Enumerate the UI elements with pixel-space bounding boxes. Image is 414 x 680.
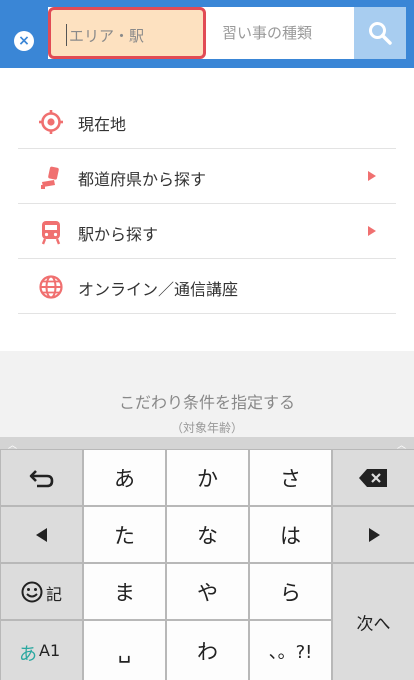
key-label: た [114, 523, 135, 548]
kana-key-wa[interactable]: わ [167, 621, 248, 680]
backspace-icon [359, 469, 387, 487]
kana-key-na[interactable]: な [167, 507, 248, 562]
search-button[interactable] [354, 7, 406, 59]
smiley-icon [21, 581, 43, 603]
globe-icon [39, 275, 63, 299]
close-icon[interactable]: × [14, 31, 34, 51]
kana-key-ha[interactable]: は [250, 507, 331, 562]
conditions-section: こだわり条件を指定する （対象年齢） [0, 351, 414, 441]
undo-icon [29, 470, 54, 488]
kana-key-sa[interactable]: さ [250, 450, 331, 505]
input-mode-key[interactable]: あ A1 [1, 621, 82, 680]
key-label: さ [280, 466, 301, 491]
key-label: や [197, 580, 218, 605]
triangle-left-icon [36, 528, 47, 542]
area-station-input[interactable]: エリア・駅 [48, 7, 206, 59]
area-station-placeholder: エリア・駅 [69, 27, 145, 45]
menu-label: オンライン／通信講座 [78, 280, 239, 299]
key-label: 、。?! [268, 641, 313, 663]
key-label: ら [280, 580, 301, 605]
chevron-right-icon [368, 226, 376, 236]
kana-key-ra[interactable]: ら [250, 564, 331, 619]
triangle-right-icon [369, 528, 380, 542]
specify-conditions-link[interactable]: こだわり条件を指定する [0, 389, 414, 413]
menu-label: 駅から探す [78, 225, 159, 244]
punctuation-key[interactable]: 、。?! [250, 621, 331, 680]
kana-key-ma[interactable]: ま [84, 564, 165, 619]
menu-label: 現在地 [78, 115, 127, 134]
space-key[interactable]: ␣ [84, 621, 165, 680]
menu-label: 都道府県から探す [78, 170, 207, 189]
menu-item-current-location[interactable]: 現在地 [18, 94, 396, 149]
undo-key[interactable] [1, 450, 82, 505]
key-label: な [197, 523, 218, 548]
menu-item-station[interactable]: 駅から探す [18, 204, 396, 259]
key-label: 次へ [356, 614, 391, 635]
chevron-right-icon [368, 171, 376, 181]
lesson-type-input[interactable]: 習い事の種類 [222, 22, 312, 43]
key-label: あ [114, 466, 135, 491]
key-label: ま [114, 580, 135, 605]
next-key[interactable]: 次へ [333, 564, 414, 680]
backspace-key[interactable] [333, 450, 414, 505]
cursor-right-key[interactable] [333, 507, 414, 562]
menu-item-prefecture[interactable]: 都道府県から探す [18, 149, 396, 204]
search-header: × エリア・駅 習い事の種類 [0, 0, 414, 68]
text-cursor [66, 24, 67, 46]
search-method-list: 現在地 都道府県から探す 駅から探す オンライン／通信講座 [18, 94, 396, 314]
search-icon [369, 22, 392, 45]
location-target-icon [39, 110, 63, 134]
kana-key-ka[interactable]: か [167, 450, 248, 505]
keyboard-handle-bar: ︿ ︿ [0, 437, 414, 451]
train-icon [41, 221, 61, 245]
mode-label-kana: あ [19, 644, 37, 665]
conditions-subtitle: （対象年齢） [170, 421, 243, 435]
mode-label-alnum: A1 [39, 641, 61, 660]
kana-key-a[interactable]: あ [84, 450, 165, 505]
search-bar: エリア・駅 習い事の種類 [48, 7, 406, 59]
japanese-keyboard: 記 あ A1 あ た ま ␣ か な や わ さ は ら 、。?! 次へ [0, 449, 414, 680]
cursor-left-key[interactable] [1, 507, 82, 562]
key-label: ␣ [117, 638, 132, 663]
kana-key-ya[interactable]: や [167, 564, 248, 619]
emoji-key-label: 記 [46, 585, 63, 604]
seat-icon [41, 166, 59, 189]
menu-item-online[interactable]: オンライン／通信講座 [18, 259, 396, 314]
key-label: は [280, 523, 301, 548]
key-label: わ [197, 639, 218, 664]
kana-key-ta[interactable]: た [84, 507, 165, 562]
emoji-symbol-key[interactable]: 記 [1, 564, 82, 619]
key-label: か [197, 466, 218, 491]
